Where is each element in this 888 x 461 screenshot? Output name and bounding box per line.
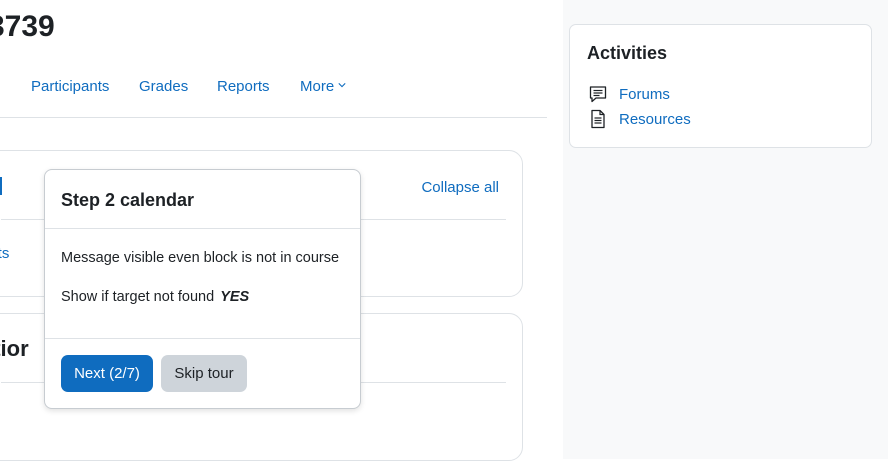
nav-participants[interactable]: Participants	[31, 78, 109, 95]
nav-grades[interactable]: Grades	[139, 78, 188, 95]
course-secondary-navigation: Participants Grades Reports More	[0, 70, 547, 118]
activities-title: Activities	[587, 43, 668, 63]
section-accent	[0, 177, 2, 195]
tour-show-if-label: Show if target not found	[61, 289, 215, 305]
activity-item-forums[interactable]: Forums	[588, 83, 670, 105]
main-content: 3739 Participants Grades Reports More Co…	[0, 0, 563, 461]
tour-show-if-text: Show if target not found YES	[61, 289, 249, 305]
nav-more-label: More	[300, 78, 335, 95]
activity-item-resources[interactable]: Resources	[588, 108, 691, 130]
tour-header-divider	[45, 228, 360, 229]
tour-step-title: Step 2 calendar	[61, 190, 195, 210]
tour-footer-divider	[45, 338, 360, 339]
section-link-partial[interactable]: ents	[0, 245, 9, 262]
course-title: 3739	[0, 10, 55, 43]
activity-item-label[interactable]: Forums	[619, 86, 670, 103]
nav-reports[interactable]: Reports	[217, 78, 270, 95]
collapse-all-link[interactable]: Collapse all	[421, 179, 499, 196]
activities-block: Activities Forums Resources	[569, 24, 872, 148]
activity-item-label[interactable]: Resources	[619, 111, 691, 128]
user-tour-popover: Step 2 calendar Message visible even blo…	[44, 169, 361, 409]
tour-show-if-value: YES	[220, 289, 250, 305]
section-heading-partial: ctior	[0, 336, 29, 361]
tour-message: Message visible even block is not in cou…	[61, 250, 340, 266]
tour-skip-button[interactable]: Skip tour	[161, 355, 247, 392]
forum-icon	[589, 86, 607, 103]
nav-more[interactable]: More	[300, 78, 346, 95]
block-drawer: Activities Forums Resources	[563, 0, 888, 459]
resource-icon	[591, 109, 605, 129]
chevron-down-icon	[338, 83, 346, 88]
tour-next-button[interactable]: Next (2/7)	[61, 355, 153, 392]
